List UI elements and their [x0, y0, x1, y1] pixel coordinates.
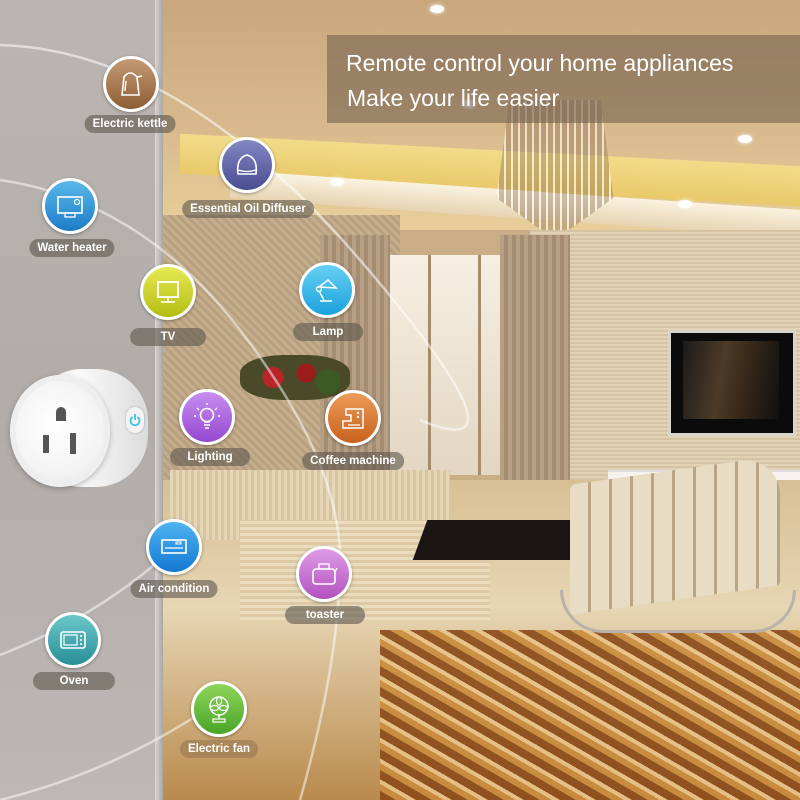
appliance-label: Oven	[33, 672, 115, 690]
ceiling-spotlight	[678, 200, 692, 208]
smart-plug	[8, 365, 148, 495]
fan-icon	[191, 681, 247, 737]
curtain-right	[500, 235, 570, 495]
appliance-label: toaster	[285, 606, 365, 624]
headline-line-1: Remote control your home appliances	[346, 50, 734, 76]
power-icon	[129, 414, 141, 427]
lightbulb-icon	[179, 389, 235, 445]
neutral-slot	[43, 435, 49, 453]
appliance-label: Coffee machine	[302, 452, 404, 470]
appliance-label: Electric kettle	[84, 115, 176, 133]
ceiling-spotlight	[738, 135, 752, 143]
toaster-icon	[296, 546, 352, 602]
ground-hole	[56, 407, 66, 421]
ceiling-spotlight	[330, 178, 344, 186]
ceiling-spotlight	[430, 5, 444, 13]
plug-socket-face	[10, 375, 110, 487]
appliance-label: TV	[130, 328, 206, 346]
lounge-chair-legs	[560, 590, 796, 633]
kettle-icon	[103, 56, 159, 112]
appliance-label: Lighting	[170, 448, 250, 466]
appliance-label: Essential Oil Diffuser	[182, 200, 314, 218]
lamp-icon	[299, 262, 355, 318]
headline-banner: Remote control your home appliances Make…	[327, 35, 800, 123]
wall-tv	[668, 330, 796, 436]
power-button[interactable]	[126, 407, 144, 433]
appliance-label: Lamp	[293, 323, 363, 341]
flower-arrangement	[240, 355, 350, 400]
microwave-oven-icon	[45, 612, 101, 668]
hot-slot	[70, 433, 76, 454]
coffee-machine-icon	[325, 390, 381, 446]
air-conditioner-icon	[146, 519, 202, 575]
rug	[380, 630, 800, 800]
headline-line-2: Make your life easier	[347, 85, 560, 111]
appliance-label: Electric fan	[180, 740, 258, 758]
water-heater-icon	[42, 178, 98, 234]
diffuser-icon	[219, 137, 275, 193]
appliance-label: Water heater	[29, 239, 115, 257]
tv-icon	[140, 264, 196, 320]
appliance-label: Air condition	[130, 580, 218, 598]
